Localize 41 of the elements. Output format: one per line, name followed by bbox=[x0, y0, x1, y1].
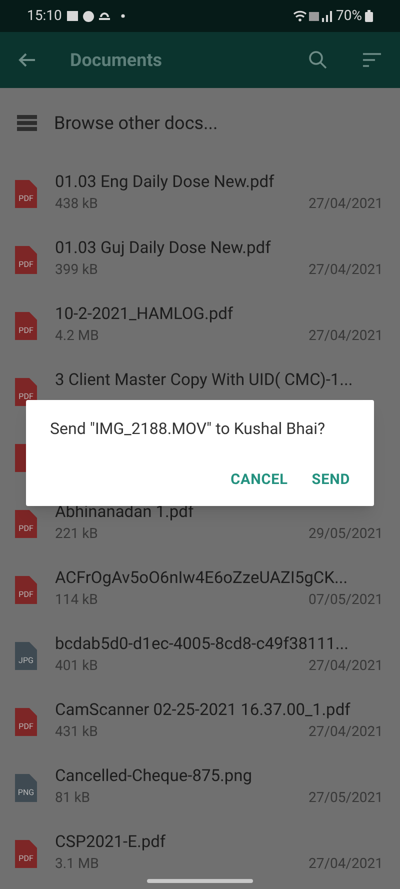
status-time: 15:10 bbox=[27, 6, 62, 26]
file-size: 114 kB bbox=[55, 591, 98, 610]
file-name: bcdab5d0-d1ec-4005-8cd8-c49f38111... bbox=[55, 634, 350, 656]
file-size: 81 kB bbox=[55, 789, 90, 808]
file-type-icon: JPG bbox=[15, 642, 37, 670]
file-size: 431 kB bbox=[55, 723, 98, 742]
file-type-icon: PDF bbox=[15, 576, 37, 604]
file-date: 07/05/2021 bbox=[308, 591, 383, 610]
file-name: 3 Client Master Copy With UID( CMC)-1... bbox=[55, 370, 354, 392]
file-size: 438 kB bbox=[55, 195, 98, 214]
file-size: 3.1 MB bbox=[55, 855, 99, 874]
file-type-icon: PDF bbox=[15, 510, 37, 538]
file-name: 01.03 Guj Daily Dose New.pdf bbox=[55, 238, 272, 260]
file-size: 221 kB bbox=[55, 525, 98, 544]
file-date: 27/04/2021 bbox=[308, 723, 383, 742]
screen-title: Documents bbox=[70, 48, 164, 72]
file-type-icon: PDF bbox=[15, 246, 37, 274]
file-date: 27/04/2021 bbox=[308, 195, 383, 214]
file-size: 4.2 MB bbox=[55, 327, 99, 346]
file-name: ACFrOgAv5oO6nIw4E6oZzeUAZI5gCK... bbox=[55, 568, 349, 590]
file-name: 10-2-2021_HAMLOG.pdf bbox=[55, 304, 234, 326]
file-type-icon: PNG bbox=[15, 774, 37, 802]
file-type-icon: PDF bbox=[15, 312, 37, 340]
file-type-icon: PDF bbox=[15, 180, 37, 208]
file-type-icon: PDF bbox=[15, 708, 37, 736]
file-date: 27/04/2021 bbox=[308, 261, 383, 280]
dialog-message: Send "IMG_2188.MOV" to Kushal Bhai? bbox=[50, 418, 326, 440]
file-name: CamScanner 02-25-2021 16.37.00_1.pdf bbox=[55, 700, 352, 722]
file-date: 29/05/2021 bbox=[308, 525, 383, 544]
battery-percent: 70% bbox=[336, 6, 362, 26]
file-size: 399 kB bbox=[55, 261, 98, 280]
file-name: Cancelled-Cheque-875.png bbox=[55, 766, 254, 788]
file-name: CSP2021-E.pdf bbox=[55, 832, 167, 854]
file-type-icon: PDF bbox=[15, 840, 37, 868]
file-date: 27/04/2021 bbox=[308, 657, 383, 676]
file-date: 27/04/2021 bbox=[308, 327, 383, 346]
file-date: 27/04/2021 bbox=[308, 855, 383, 874]
browse-label: Browse other docs... bbox=[54, 112, 218, 136]
file-size: 401 kB bbox=[55, 657, 98, 676]
file-date: 27/05/2021 bbox=[308, 789, 383, 808]
file-name: 01.03 Eng Daily Dose New.pdf bbox=[55, 172, 276, 194]
